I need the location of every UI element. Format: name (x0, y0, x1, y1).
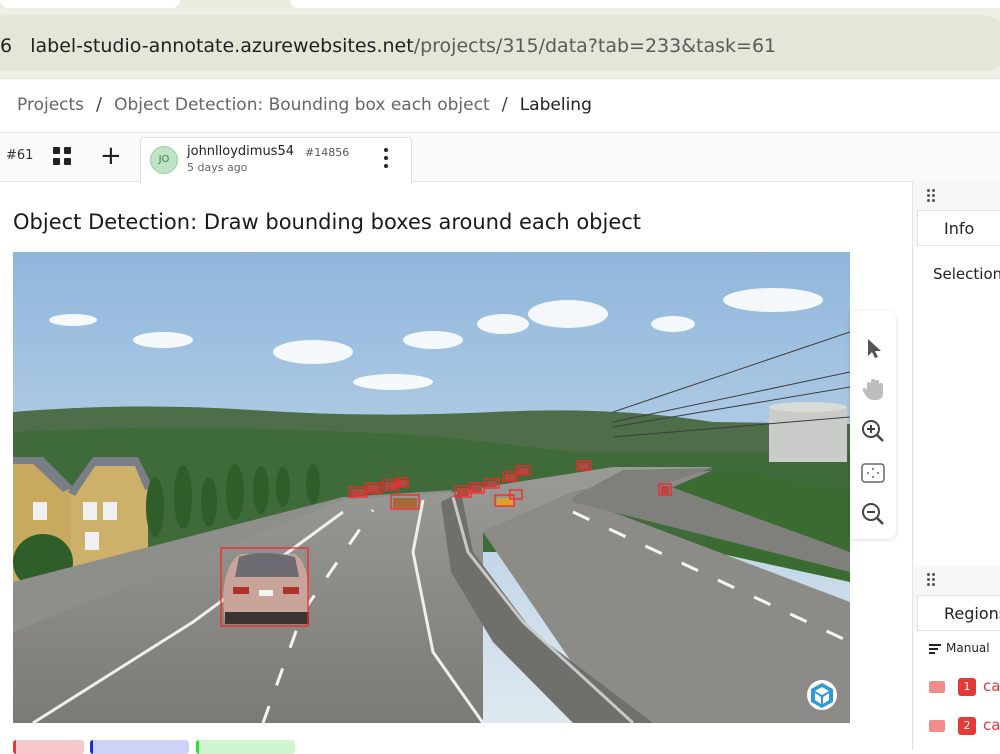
selection-label: Selection (933, 265, 1000, 283)
label-chip[interactable] (196, 740, 295, 754)
url-host: label-studio-annotate.azurewebsites.net (30, 35, 414, 57)
breadcrumb-separator: / (96, 94, 103, 115)
browser-tab-strip (0, 0, 1000, 8)
breadcrumb-separator: / (501, 94, 508, 115)
annotation-id: #14856 (305, 146, 350, 159)
order-selector[interactable]: Manual (929, 641, 990, 656)
3d-cube-icon (807, 680, 837, 710)
annotation-image[interactable] (13, 252, 850, 723)
browser-tab-active[interactable] (290, 0, 1000, 8)
label-chip[interactable] (13, 740, 84, 754)
region-item[interactable]: 2 ca (929, 716, 1000, 736)
sort-icon (929, 642, 941, 656)
url-text[interactable]: 6 label-studio-annotate.azurewebsites.ne… (0, 35, 776, 57)
hand-icon[interactable] (860, 376, 886, 402)
fit-to-screen-icon[interactable] (860, 460, 886, 486)
region-label: ca (983, 716, 1000, 734)
annotations-grid-button[interactable] (53, 147, 73, 167)
info-panel-body (914, 246, 1000, 566)
side-panel: Info Selection Regions Manual 1 ca 2 ca (912, 181, 1000, 750)
zoom-in-icon[interactable] (860, 418, 886, 444)
add-annotation-button[interactable]: + (100, 141, 122, 171)
annotator-name: johnlloydimus54 (187, 144, 294, 159)
url-lead: 6 (0, 35, 13, 57)
breadcrumb-current: Labeling (519, 95, 592, 115)
region-index: 2 (958, 717, 976, 735)
drag-handle-icon[interactable] (927, 573, 935, 586)
breadcrumb-project[interactable]: Object Detection: Bounding box each obje… (114, 95, 490, 115)
breadcrumb-projects[interactable]: Projects (17, 95, 84, 115)
page-title: Object Detection: Draw bounding boxes ar… (13, 210, 642, 234)
tab-info[interactable]: Info (917, 210, 1000, 246)
browser-tab[interactable] (0, 0, 180, 8)
image-toolbar (850, 311, 896, 539)
address-bar: 6 label-studio-annotate.azurewebsites.ne… (0, 8, 1000, 79)
drag-handle-icon[interactable] (927, 189, 935, 202)
task-id: #61 (6, 148, 34, 163)
order-label: Manual (946, 641, 990, 655)
avatar: JO (150, 146, 178, 174)
region-index: 1 (958, 678, 976, 696)
region-color-swatch (929, 720, 945, 732)
annotation-tab[interactable]: JO johnlloydimus54 #14856 5 days ago (140, 137, 412, 184)
region-color-swatch (929, 681, 945, 693)
region-item[interactable]: 1 ca (929, 677, 1000, 697)
tab-regions[interactable]: Regions (917, 595, 1000, 631)
label-chip[interactable] (90, 740, 189, 754)
annotation-time: 5 days ago (187, 161, 248, 174)
url-path: /projects/315/data?tab=233&task=61 (413, 35, 777, 57)
zoom-out-icon[interactable] (860, 501, 886, 527)
more-options-icon[interactable] (384, 148, 388, 172)
region-label: ca (983, 677, 1000, 695)
breadcrumb: Projects / Object Detection: Bounding box … (17, 94, 592, 115)
pointer-icon[interactable] (860, 335, 886, 361)
